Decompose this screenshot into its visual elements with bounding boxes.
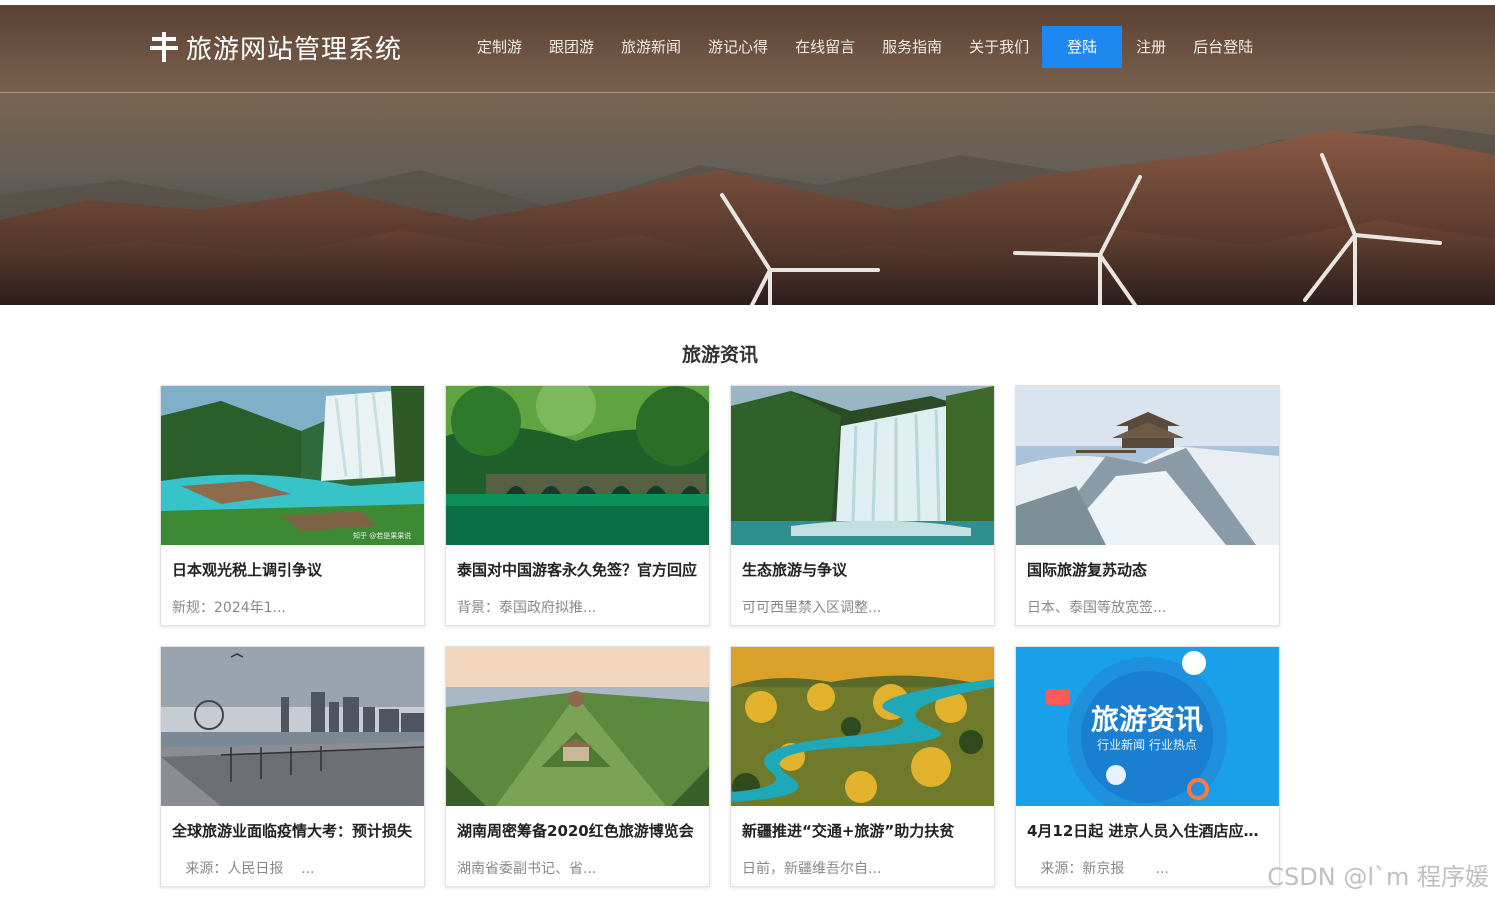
nav-online-message[interactable]: 在线留言 [784,26,866,68]
register-link[interactable]: 注册 [1125,26,1177,68]
site-logo[interactable]: 旅游网站管理系统 [150,27,402,67]
news-card[interactable]: 国际旅游复苏动态 日本、泰国等放宽签... [1015,385,1280,626]
news-title: 泰国对中国游客永久免签？官方回应 [457,561,698,579]
top-navigation-bar: 旅游网站管理系统 定制游 跟团游 旅游新闻 游记心得 在线留言 服务指南 关于我… [0,5,1495,93]
travel-news-badge-image: 旅游资讯 行业新闻 行业热点 [1016,647,1279,806]
hero-banner: 旅游网站管理系统 定制游 跟团游 旅游新闻 游记心得 在线留言 服务指南 关于我… [0,5,1495,305]
news-card[interactable]: 旅游资讯 行业新闻 行业热点 4月12日起 进京人员入住酒店应登记 来源：新京报… [1015,646,1280,887]
harbor-city-image [161,647,424,806]
image-credit: 知乎 @若是果果说 [353,531,411,540]
news-desc: 来源：新京报 ... [1027,861,1169,877]
news-card[interactable]: 生态旅游与争议 可可西里禁入区调整... [730,385,995,626]
nav-travel-notes[interactable]: 游记心得 [697,26,779,68]
news-desc: 日本、泰国等放宽签... [1027,600,1167,616]
news-card[interactable]: 新疆推进“交通+旅游”助力扶贫 日前，新疆维吾尔自... [730,646,995,887]
news-title: 新疆推进“交通+旅游”助力扶贫 [742,822,955,840]
news-title: 生态旅游与争议 [742,561,848,579]
news-desc: 日前，新疆维吾尔自... [742,861,882,877]
login-button[interactable]: 登陆 [1042,26,1123,68]
news-card[interactable]: 全球旅游业面临疫情大考：预计损失 来源：人民日报 ... [160,646,425,887]
admin-login-link[interactable]: 后台登陆 [1182,26,1264,68]
news-title: 湖南周密筹备2020红色旅游博览会 [457,822,694,840]
stone-bridge-image [446,386,709,545]
news-desc: 来源：人民日报 ... [172,861,315,877]
news-desc: 湖南省委副书记、省... [457,861,597,877]
csdn-watermark: CSDN @l`m 程序媛 [1267,863,1489,891]
news-desc: 背景：泰国政府拟推... [457,600,597,616]
nav-travel-news[interactable]: 旅游新闻 [610,26,692,68]
nav-group-tour[interactable]: 跟团游 [538,26,605,68]
signpost-icon [150,32,178,62]
badge-subtitle-text: 行业新闻 行业热点 [1097,737,1197,752]
news-desc: 新规：2024年1... [172,600,286,616]
news-card[interactable]: 湖南周密筹备2020红色旅游博览会 湖南省委副书记、省... [445,646,710,887]
memorial-park-image [446,647,709,806]
section-title: 旅游资讯 [681,344,758,366]
news-title: 日本观光税上调引争议 [172,561,323,579]
nav-about-us[interactable]: 关于我们 [958,26,1040,68]
news-title: 全球旅游业面临疫情大考：预计损失 [172,822,413,840]
autumn-river-image [731,647,994,806]
waterfall-lake-image: 知乎 @若是果果说 [161,386,424,545]
news-desc: 可可西里禁入区调整... [742,600,882,616]
big-waterfall-image [731,386,994,545]
badge-title-text: 旅游资讯 [1091,703,1203,736]
main-nav: 定制游 跟团游 旅游新闻 游记心得 在线留言 服务指南 关于我们 登陆 注册 后… [466,26,1269,68]
news-title: 4月12日起 进京人员入住酒店应登记 [1027,822,1268,840]
news-grid: 知乎 @若是果果说 日本观光税上调引争议 新规：2024年1... 泰国对中国游… [160,385,1280,887]
news-card[interactable]: 泰国对中国游客永久免签？官方回应 背景：泰国政府拟推... [445,385,710,626]
nav-custom-tour[interactable]: 定制游 [466,26,533,68]
news-title: 国际旅游复苏动态 [1027,561,1148,579]
site-title: 旅游网站管理系统 [186,34,403,65]
nav-service-guide[interactable]: 服务指南 [871,26,953,68]
snowy-pavilion-image [1016,386,1279,545]
news-card[interactable]: 知乎 @若是果果说 日本观光税上调引争议 新规：2024年1... [160,385,425,626]
